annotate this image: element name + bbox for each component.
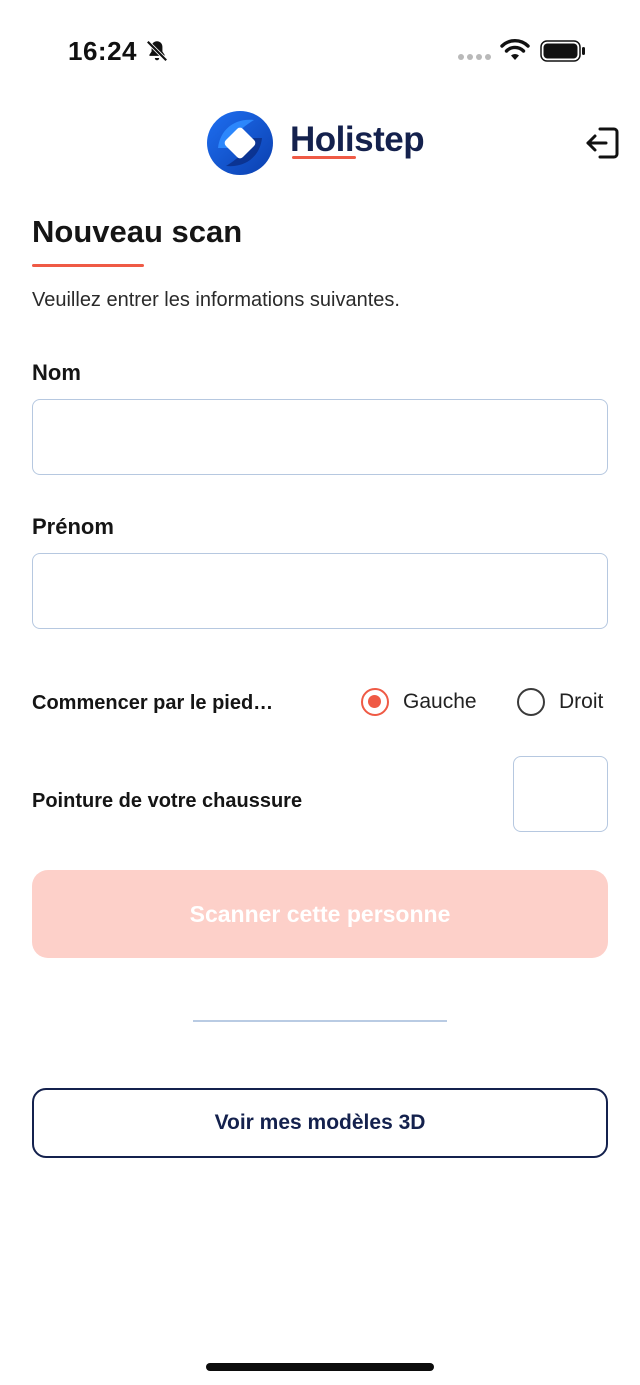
last-name-input[interactable] [32, 399, 608, 475]
status-time: 16:24 [68, 36, 137, 66]
last-name-label: Nom [32, 360, 81, 385]
page-title: Nouveau scan [32, 214, 243, 249]
radio-left-foot[interactable]: Gauche [361, 688, 477, 716]
radio-left-circle[interactable] [361, 688, 389, 716]
brand-name: Holistep [290, 120, 425, 159]
holistep-logo-icon [207, 111, 273, 175]
shoe-size-label: Pointure de votre chaussure [32, 790, 303, 812]
start-foot-label: Commencer par le pied… [32, 692, 274, 714]
radio-left-label: Gauche [403, 690, 477, 713]
signal-dots-icon [458, 54, 491, 60]
wifi-icon [500, 39, 530, 60]
logout-icon[interactable] [584, 126, 620, 160]
first-name-input[interactable] [32, 553, 608, 629]
home-indicator[interactable] [206, 1363, 434, 1371]
bell-off-icon [146, 40, 168, 62]
radio-right-circle[interactable] [517, 688, 545, 716]
battery-icon [540, 40, 585, 62]
page-subtitle: Veuillez entrer les informations suivant… [32, 289, 400, 311]
title-underline [32, 264, 144, 267]
view-3d-models-button[interactable]: Voir mes modèles 3D [32, 1088, 608, 1158]
radio-right-foot[interactable]: Droit [517, 688, 603, 716]
brand-underline [292, 156, 356, 159]
radio-right-label: Droit [559, 690, 604, 713]
divider [193, 1020, 447, 1022]
screen: 16:24 Holistep Nouveau scan Veuillez ent… [0, 0, 640, 1385]
scan-person-button[interactable]: Scanner cette personne [32, 870, 608, 958]
first-name-label: Prénom [32, 514, 114, 539]
shoe-size-input[interactable] [513, 756, 608, 832]
